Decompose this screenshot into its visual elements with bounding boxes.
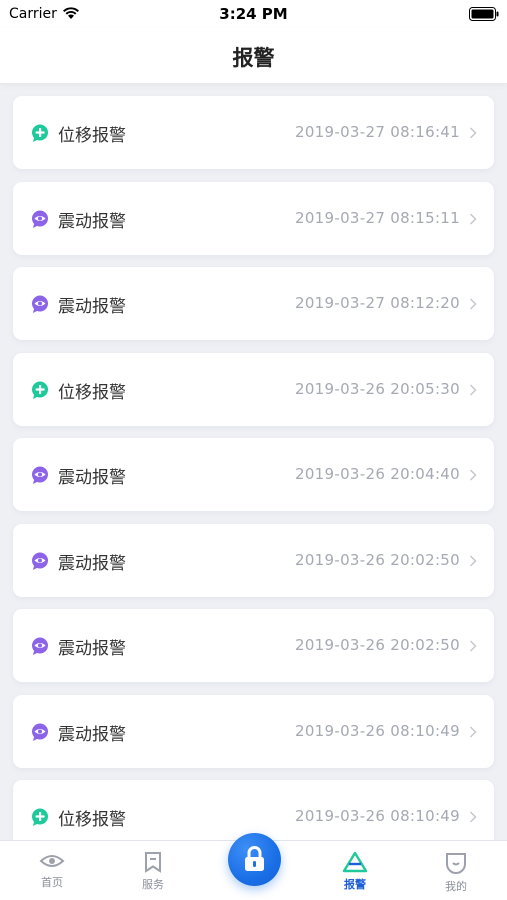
clock-label: 3:24 PM (219, 5, 288, 23)
tab-service[interactable]: 服务 (113, 841, 193, 900)
alarm-list-item[interactable]: 位移报警 2019-03-27 08:16:41 (13, 96, 494, 169)
chevron-right-icon (469, 384, 477, 396)
eye-icon (32, 466, 48, 484)
alarm-time: 2019-03-26 08:10:49 (294, 722, 460, 740)
plus-icon (32, 381, 48, 399)
status-bar: Carrier 3:24 PM (0, 0, 507, 28)
alarm-type: 震动报警 (58, 212, 126, 232)
alarm-list-item[interactable]: 震动报警 2019-03-27 08:15:11 (13, 182, 494, 255)
lock-icon (245, 846, 264, 871)
tab-label: 我的 (445, 880, 467, 893)
alarm-type: 位移报警 (58, 810, 126, 830)
eye-outline-icon (39, 855, 65, 867)
alarm-type: 位移报警 (58, 383, 126, 403)
alarm-type: 位移报警 (58, 126, 126, 146)
alarm-type: 震动报警 (58, 297, 126, 317)
alarm-list-item[interactable]: 震动报警 2019-03-26 20:02:50 (13, 609, 494, 682)
alarm-time: 2019-03-26 20:02:50 (294, 551, 460, 569)
alarm-time: 2019-03-27 08:12:20 (294, 294, 460, 312)
chevron-right-icon (469, 811, 477, 823)
chevron-right-icon (469, 298, 477, 310)
chevron-right-icon (469, 127, 477, 139)
bookmark-icon (145, 852, 161, 873)
app-screen: Carrier 3:24 PM 报警 位移报警 2019-03-27 08:16… (0, 0, 507, 900)
alarm-list-item[interactable]: 震动报警 2019-03-27 08:12:20 (13, 267, 494, 340)
alarm-type: 震动报警 (58, 468, 126, 488)
tab-home[interactable]: 首页 (12, 841, 92, 900)
smile-icon (446, 853, 466, 874)
chevron-right-icon (469, 555, 477, 567)
chevron-right-icon (469, 640, 477, 652)
page-title: 报警 (232, 46, 275, 70)
alarm-type: 震动报警 (58, 639, 126, 659)
navigation-bar: 报警 (0, 28, 507, 84)
lock-button[interactable] (228, 833, 281, 886)
alarm-time: 2019-03-26 20:04:40 (294, 465, 460, 483)
eye-icon (32, 295, 48, 313)
alarm-list-item[interactable]: 震动报警 2019-03-26 20:02:50 (13, 524, 494, 597)
chevron-right-icon (469, 213, 477, 225)
alarm-list-item[interactable]: 震动报警 2019-03-26 08:10:49 (13, 695, 494, 768)
plus-icon (32, 124, 48, 142)
tab-label: 首页 (41, 876, 63, 889)
chevron-right-icon (469, 469, 477, 481)
tab-profile[interactable]: 我的 (416, 841, 496, 900)
plus-icon (32, 808, 48, 826)
alarm-time: 2019-03-26 20:05:30 (294, 380, 460, 398)
warning-triangle-icon (342, 851, 368, 873)
alarm-list-item[interactable]: 位移报警 2019-03-26 20:05:30 (13, 353, 494, 426)
tab-label: 报警 (344, 878, 366, 891)
alarm-list-item[interactable]: 震动报警 2019-03-26 20:04:40 (13, 438, 494, 511)
alarm-time: 2019-03-27 08:15:11 (294, 209, 460, 227)
alarm-type: 震动报警 (58, 554, 126, 574)
eye-icon (32, 723, 48, 741)
eye-icon (32, 637, 48, 655)
tab-alarm[interactable]: 报警 (315, 841, 395, 900)
eye-icon (32, 210, 48, 228)
alarm-list-item[interactable]: 位移报警 2019-03-26 08:10:49 (13, 780, 494, 840)
tab-label: 服务 (142, 878, 164, 891)
alarm-list[interactable]: 位移报警 2019-03-27 08:16:41 震动报警 2019-03-27… (0, 84, 507, 840)
alarm-time: 2019-03-26 08:10:49 (294, 807, 460, 825)
alarm-type: 震动报警 (58, 725, 126, 745)
chevron-right-icon (469, 726, 477, 738)
eye-icon (32, 552, 48, 570)
battery-icon (469, 7, 499, 21)
alarm-time: 2019-03-26 20:02:50 (294, 636, 460, 654)
alarm-time: 2019-03-27 08:16:41 (294, 123, 460, 141)
